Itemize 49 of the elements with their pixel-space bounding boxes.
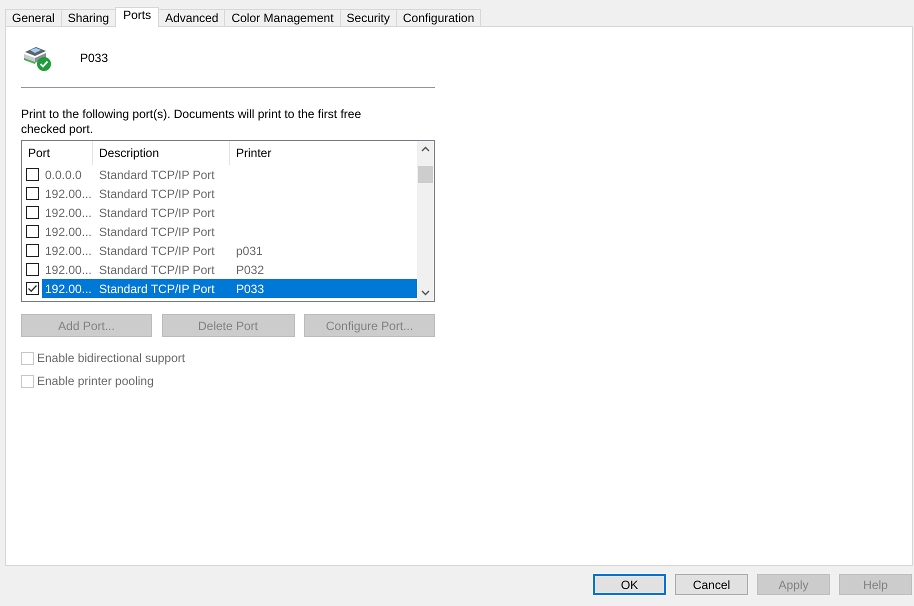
port-name: 192.00... (44, 244, 93, 258)
instruction-text: Print to the following port(s). Documents will print to the first free checked port. (21, 107, 362, 137)
port-row[interactable]: 192.00... Standard TCP/IP Port p031 (42, 241, 417, 260)
port-name: 192.00... (44, 186, 93, 200)
port-checkbox[interactable] (26, 244, 39, 257)
printer-name: P032 (236, 262, 264, 276)
port-description: Standard TCP/IP Port (99, 186, 216, 200)
port-description: Standard TCP/IP Port (99, 262, 216, 276)
tab[interactable]: Configuration (396, 9, 482, 26)
option-label: Enable printer pooling (37, 374, 154, 388)
tab[interactable]: General (5, 9, 62, 26)
tab[interactable]: Ports (115, 7, 160, 27)
port-name: 192.00... (44, 224, 93, 238)
port-checkbox[interactable] (26, 225, 39, 238)
port-row[interactable]: 192.00... Standard TCP/IP Port (42, 184, 417, 203)
port-row[interactable]: 192.00... Standard TCP/IP Port P032 (42, 260, 417, 279)
port-checkbox[interactable] (26, 187, 39, 200)
port-description: Standard TCP/IP Port (99, 224, 216, 238)
dialog-button[interactable]: OK (593, 574, 666, 595)
printer-name: P033 (80, 51, 108, 65)
tab[interactable]: Sharing (60, 9, 116, 26)
port-description: Standard TCP/IP Port (99, 168, 216, 182)
dialog-button[interactable]: Cancel (675, 574, 748, 595)
port-description: Standard TCP/IP Port (99, 282, 216, 296)
port-name: 192.00... (44, 282, 93, 296)
port-name: 0.0.0.0 (44, 168, 83, 182)
scrollbar[interactable] (417, 141, 434, 301)
tab[interactable]: Color Management (224, 9, 341, 26)
printer-check-icon (22, 44, 52, 72)
port-checkbox[interactable] (26, 263, 39, 276)
column-header[interactable]: Printer (230, 141, 417, 165)
port-row[interactable]: 0.0.0.0 Standard TCP/IP Port (42, 165, 417, 184)
port-row[interactable]: 192.00... Standard TCP/IP Port (42, 203, 417, 222)
port-row[interactable]: 192.00... Standard TCP/IP Port (42, 222, 417, 241)
port-row[interactable]: 192.00... Standard TCP/IP Port P033 (42, 279, 417, 298)
printer-name: P033 (236, 282, 264, 296)
port-checkbox[interactable] (26, 206, 39, 219)
port-checkbox[interactable] (26, 282, 39, 295)
port-name: 192.00... (44, 262, 93, 276)
port-description: Standard TCP/IP Port (99, 206, 216, 220)
scroll-thumb[interactable] (418, 166, 433, 183)
option-label: Enable bidirectional support (37, 351, 186, 365)
port-name: 192.00... (44, 206, 93, 220)
port-checkbox[interactable] (26, 168, 39, 181)
printer-name: p031 (236, 244, 263, 258)
column-header[interactable]: Description (93, 141, 230, 165)
tab[interactable]: Security (340, 9, 397, 26)
port-description: Standard TCP/IP Port (99, 244, 216, 258)
column-header[interactable]: Port (22, 141, 93, 165)
